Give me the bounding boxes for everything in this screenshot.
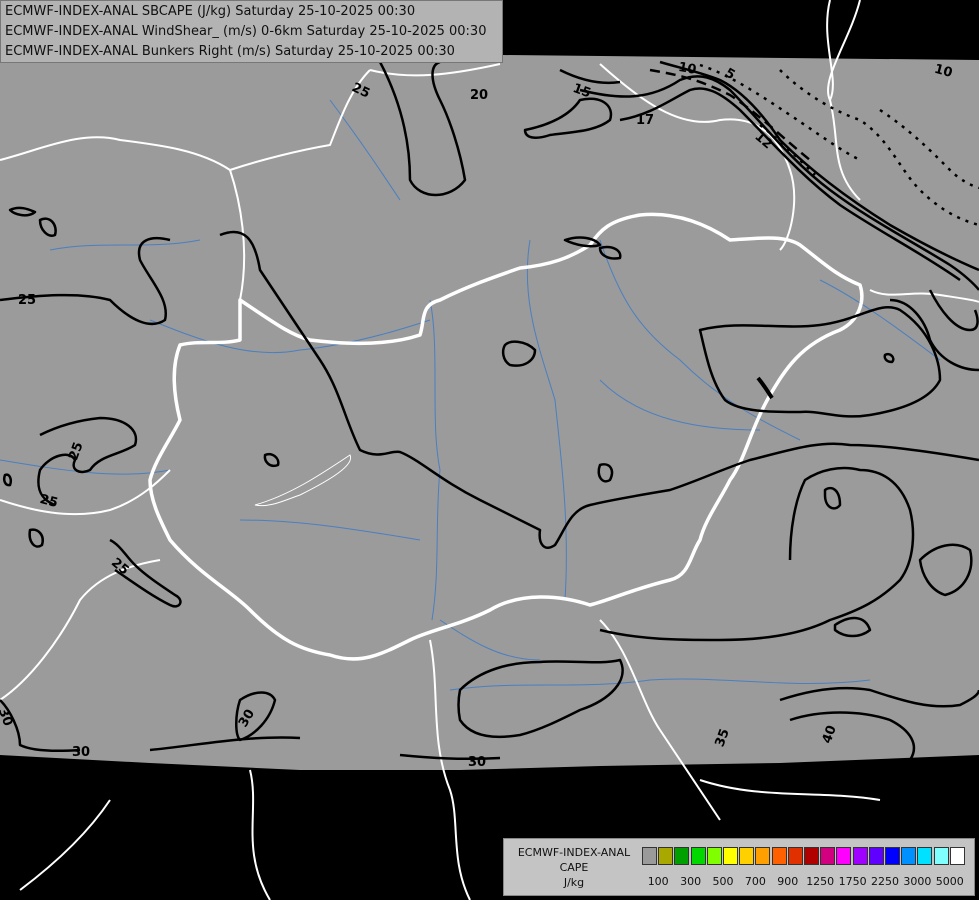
legend-tick-label: 500: [712, 875, 734, 888]
contour-label: 20: [470, 88, 488, 103]
title-sbcape: ECMWF-INDEX-ANAL SBCAPE (J/kg) Saturday …: [5, 4, 416, 19]
contour-label: 30: [72, 745, 90, 760]
legend-swatch: [868, 847, 884, 865]
legend-swatch: [852, 847, 868, 865]
contour-label: 10: [677, 60, 697, 78]
legend-swatch: [933, 847, 949, 865]
legend-swatch: [885, 847, 900, 865]
map-viewer: 25 20 15 10 5 17 12 10 25 25 25 25 30 30…: [0, 0, 979, 900]
title-bunkers: ECMWF-INDEX-ANAL Bunkers Right (m/s) Sat…: [5, 44, 455, 59]
legend-tick-label: 900: [777, 875, 799, 888]
legend-swatch: [820, 847, 836, 865]
weather-map: 25 20 15 10 5 17 12 10 25 25 25 25 30 30…: [0, 0, 979, 900]
legend-swatch: [658, 847, 674, 865]
contour-label: 17: [636, 113, 654, 128]
legend-variable: CAPE: [559, 861, 589, 874]
legend-model: ECMWF-INDEX-ANAL: [517, 846, 631, 859]
legend-swatch: [771, 847, 787, 865]
map-title-panel: ECMWF-INDEX-ANAL SBCAPE (J/kg) Saturday …: [0, 0, 503, 63]
legend-swatch: [917, 847, 933, 865]
legend-swatch: [674, 847, 690, 865]
legend-swatch: [739, 847, 755, 865]
legend-swatch: [836, 847, 852, 865]
contour-label: 25: [18, 293, 36, 308]
legend-swatch: [901, 847, 917, 865]
legend-swatch: [642, 847, 657, 865]
legend-title: ECMWF-INDEX-ANAL CAPE J/kg: [508, 845, 640, 890]
legend-swatch: [804, 847, 819, 865]
legend-tick-label: 300: [680, 875, 702, 888]
legend-swatch: [949, 847, 965, 865]
legend-swatch: [690, 847, 706, 865]
legend-tick-label: 1750: [838, 875, 867, 888]
cape-legend: ECMWF-INDEX-ANAL CAPE J/kg 100 300 500 700 9…: [503, 838, 975, 896]
legend-tick-label: 2250: [871, 875, 899, 888]
data-field: [0, 55, 979, 770]
title-windshear: ECMWF-INDEX-ANAL WindShear_ (m/s) 0-6km …: [5, 24, 487, 39]
legend-tick-label: 1250: [806, 875, 835, 888]
legend-tick-label: 5000: [935, 875, 964, 888]
legend-swatch: [787, 847, 803, 865]
legend-tick-label: 700: [744, 875, 766, 888]
legend-swatch: [755, 847, 771, 865]
legend-tick-label: 100: [647, 875, 669, 888]
contour-label: 30: [468, 755, 486, 770]
legend-tick-label: 3000: [903, 875, 932, 888]
legend-swatch: [723, 847, 738, 865]
legend-unit: J/kg: [563, 876, 585, 889]
legend-swatch: [706, 847, 722, 865]
